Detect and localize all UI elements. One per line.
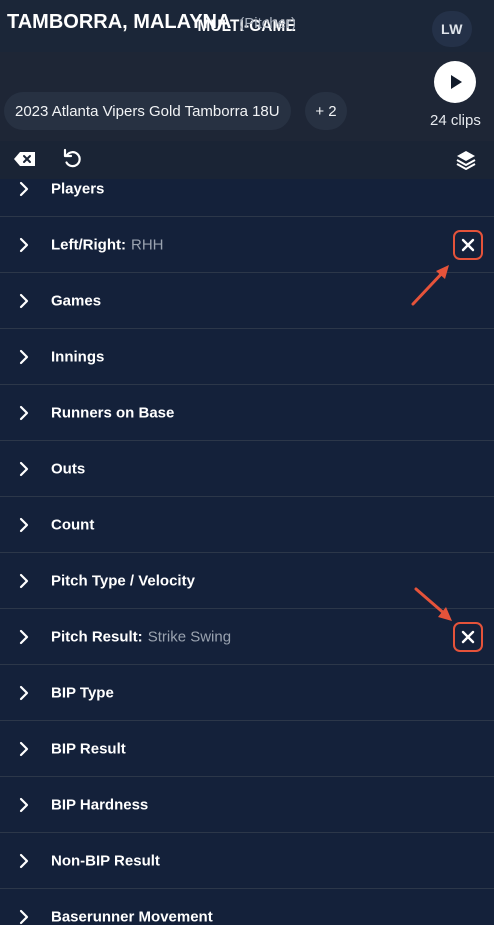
filter-label: Pitch Result:	[51, 628, 143, 645]
more-teams-chip[interactable]: + 2	[305, 92, 347, 130]
filter-label: Pitch Type / Velocity	[51, 572, 195, 589]
chevron-right-icon	[19, 237, 29, 252]
filter-row-bip-hardness[interactable]: BIP Hardness	[0, 777, 494, 833]
filter-label: Runners on Base	[51, 404, 175, 421]
filter-label: Outs	[51, 460, 86, 477]
filter-label: Baserunner Movement	[51, 908, 213, 925]
chevron-right-icon	[19, 629, 29, 644]
backspace-icon[interactable]	[13, 150, 37, 168]
filter-label-line: Pitch Result: Strike Swing	[51, 628, 231, 645]
filter-label: Innings	[51, 348, 105, 365]
filter-row-runners-on-base[interactable]: Runners on Base	[0, 385, 494, 441]
play-icon	[451, 75, 462, 89]
filter-label-line: Left/Right: RHH	[51, 236, 163, 253]
chevron-right-icon	[19, 685, 29, 700]
chevron-right-icon	[19, 797, 29, 812]
filter-value: Strike Swing	[147, 628, 232, 645]
filter-row-bip-type[interactable]: BIP Type	[0, 665, 494, 721]
play-button[interactable]	[434, 61, 476, 103]
player-name: TAMBORRA, MALAYNA	[7, 11, 231, 33]
player-role: (Pitcher)	[239, 15, 296, 32]
chevron-right-icon	[19, 461, 29, 476]
chevron-right-icon	[19, 181, 29, 196]
clear-filter-button[interactable]	[453, 621, 483, 652]
filter-label: BIP Result	[51, 740, 126, 757]
filter-label: BIP Type	[51, 684, 114, 701]
avatar[interactable]: LW	[432, 11, 472, 47]
filter-row-bip-result[interactable]: BIP Result	[0, 721, 494, 777]
filter-row-games[interactable]: Games	[0, 273, 494, 329]
filter-row-baserunner-movement[interactable]: Baserunner Movement	[0, 889, 494, 925]
filter-row-pitch-result[interactable]: Pitch Result: Strike Swing	[0, 609, 494, 665]
filter-row-players[interactable]: Players	[0, 179, 494, 217]
clips-count: 24 clips	[430, 112, 481, 129]
chevron-right-icon	[19, 293, 29, 308]
filter-label: BIP Hardness	[51, 796, 149, 813]
chevron-right-icon	[19, 349, 29, 364]
clear-filter-button[interactable]	[453, 229, 483, 260]
filter-label: Left/Right:	[51, 236, 126, 253]
filter-row-left-right[interactable]: Left/Right: RHH	[0, 217, 494, 273]
filter-label: Games	[51, 292, 102, 309]
layers-icon[interactable]	[455, 149, 477, 171]
team-chip[interactable]: 2023 Atlanta Vipers Gold Tamborra 18U	[4, 92, 291, 130]
chevron-right-icon	[19, 573, 29, 588]
filter-label: Non-BIP Result	[51, 852, 160, 869]
chevron-right-icon	[19, 909, 29, 924]
filter-toolbar	[0, 141, 494, 179]
filter-value: RHH	[130, 236, 164, 253]
filter-row-outs[interactable]: Outs	[0, 441, 494, 497]
undo-icon[interactable]	[62, 148, 84, 170]
close-icon	[461, 238, 475, 251]
filter-label: Players	[51, 180, 105, 197]
filter-row-non-bip-result[interactable]: Non-BIP Result	[0, 833, 494, 889]
close-icon	[461, 630, 475, 643]
filter-row-innings[interactable]: Innings	[0, 329, 494, 385]
chevron-right-icon	[19, 853, 29, 868]
player-name-line: TAMBORRA, MALAYNA (Pitcher)	[7, 11, 296, 34]
chevron-right-icon	[19, 405, 29, 420]
filter-row-pitch-type-velocity[interactable]: Pitch Type / Velocity	[0, 553, 494, 609]
filter-label: Count	[51, 516, 95, 533]
filter-row-count[interactable]: Count	[0, 497, 494, 553]
chevron-right-icon	[19, 517, 29, 532]
chevron-right-icon	[19, 741, 29, 756]
filter-list: Players Left/Right: RHH Games Innings Run…	[0, 179, 494, 925]
